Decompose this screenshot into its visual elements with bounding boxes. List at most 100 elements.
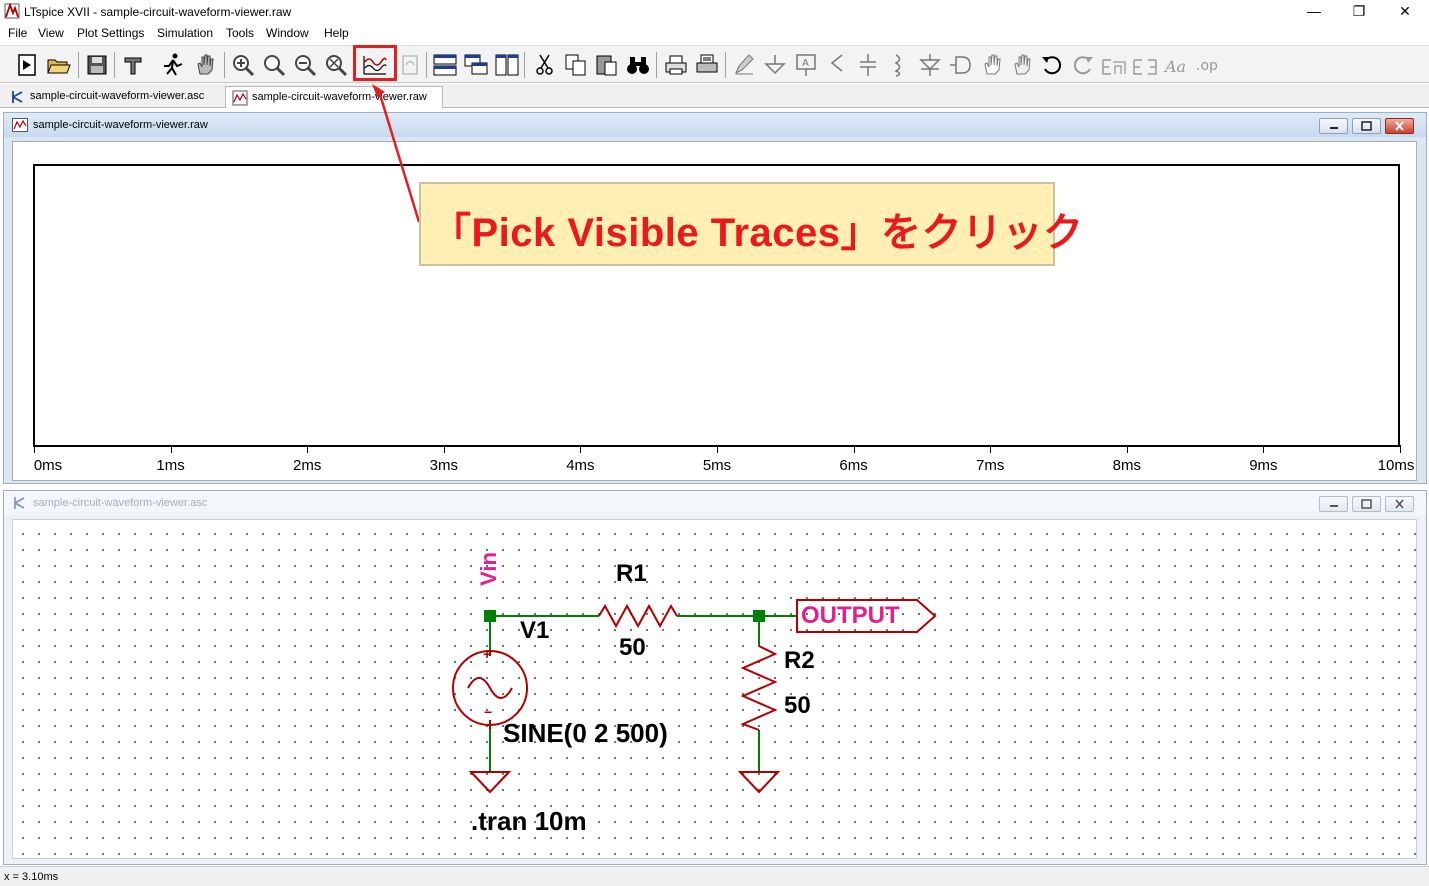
- halt-button[interactable]: [192, 52, 218, 78]
- zoom-fit-icon: [326, 55, 348, 77]
- r1-name: R1: [616, 560, 647, 587]
- waveform-icon: [12, 118, 28, 132]
- split-plot-button[interactable]: [397, 52, 423, 78]
- resistor-r2[interactable]: [740, 645, 778, 731]
- ground-icon: [764, 55, 786, 75]
- spice-directive-button[interactable]: .op: [1194, 52, 1220, 78]
- menu-help[interactable]: Help: [324, 26, 349, 40]
- rotate-icon: [1102, 59, 1126, 75]
- schematic-window-title: sample-circuit-waveform-viewer.asc: [33, 497, 208, 509]
- cascade-button[interactable]: [463, 52, 489, 78]
- ground-v1[interactable]: [468, 771, 512, 794]
- minimize-icon: [1330, 505, 1338, 507]
- mirror-button[interactable]: [1132, 52, 1158, 78]
- open-button[interactable]: [46, 52, 72, 78]
- ltspice-window: LTspice XVII - sample-circuit-waveform-v…: [0, 0, 1429, 886]
- move-button[interactable]: [979, 52, 1005, 78]
- v1-name: V1: [520, 617, 550, 644]
- zoom-fit-button[interactable]: [323, 52, 349, 78]
- minimize-button[interactable]: —: [1291, 0, 1337, 24]
- annotation-text: 「Pick Visible Traces」をクリック: [431, 211, 1084, 255]
- schematic-icon: [12, 91, 23, 103]
- tile-vertical-button[interactable]: [494, 52, 520, 78]
- draw-wire-button[interactable]: [731, 52, 757, 78]
- menu-plot-settings[interactable]: Plot Settings: [77, 26, 144, 40]
- ground-r2[interactable]: [737, 771, 781, 794]
- diode-button[interactable]: [917, 52, 943, 78]
- menu-view[interactable]: View: [38, 26, 64, 40]
- schematic-window: sample-circuit-waveform-viewer.asc Vin R…: [3, 490, 1427, 865]
- text-button[interactable]: Aa: [1163, 52, 1189, 78]
- child-close-button[interactable]: [1385, 496, 1414, 512]
- minimize-icon: [1330, 127, 1338, 129]
- rotate-button[interactable]: [1101, 52, 1127, 78]
- menu-window[interactable]: Window: [266, 26, 309, 40]
- schematic-canvas[interactable]: Vin R1 50 V1 + − SINE(0 2 500) OUTPUT R2…: [12, 519, 1417, 859]
- junction-vin: [484, 610, 496, 622]
- pencil-icon: [735, 54, 754, 75]
- spice-directive-tran[interactable]: .tran 10m: [471, 806, 587, 837]
- net-label-vin[interactable]: Vin: [476, 552, 502, 586]
- maximize-button[interactable]: ❐: [1336, 0, 1382, 24]
- child-restore-button[interactable]: [1352, 496, 1381, 512]
- r2-name: R2: [784, 647, 815, 674]
- zoom-out-button[interactable]: [292, 52, 318, 78]
- new-schematic-icon: [18, 54, 36, 76]
- inductor-button[interactable]: [886, 52, 912, 78]
- hand-icon: [984, 54, 1001, 75]
- net-label-output[interactable]: OUTPUT: [801, 602, 900, 630]
- text-icon: Aa: [1163, 57, 1186, 76]
- component-button[interactable]: [948, 52, 974, 78]
- resistor-r1[interactable]: [598, 603, 678, 629]
- resistor-button[interactable]: [824, 52, 850, 78]
- cursor-position-readout: x = 3.10ms: [4, 871, 59, 883]
- zoom-in-button[interactable]: [230, 52, 256, 78]
- find-button[interactable]: [625, 52, 651, 78]
- tab-bar: sample-circuit-waveform-viewer.asc sampl…: [0, 84, 1429, 108]
- control-panel-button[interactable]: [121, 52, 147, 78]
- r2-value: 50: [784, 692, 811, 719]
- redo-button[interactable]: [1070, 52, 1096, 78]
- toolbar-separator: [524, 52, 525, 78]
- x-axis-label: 9ms: [1249, 457, 1278, 474]
- label-net-button[interactable]: A: [793, 52, 819, 78]
- binoculars-icon: [627, 57, 649, 74]
- tab-waveform[interactable]: sample-circuit-waveform-viewer.raw: [225, 86, 443, 108]
- tile-horizontal-button[interactable]: [432, 52, 458, 78]
- undo-button[interactable]: [1039, 52, 1065, 78]
- menu-simulation[interactable]: Simulation: [157, 26, 213, 40]
- child-restore-button[interactable]: [1352, 118, 1381, 134]
- resistor-icon: [830, 54, 843, 72]
- running-man-icon: [164, 53, 183, 76]
- child-minimize-button[interactable]: [1319, 118, 1348, 134]
- print-setup-button[interactable]: [663, 52, 689, 78]
- junction-output: [753, 610, 765, 622]
- copy-button[interactable]: [563, 52, 589, 78]
- menu-tools[interactable]: Tools: [226, 26, 254, 40]
- new-schematic-button[interactable]: [14, 52, 40, 78]
- x-axis-label: 4ms: [566, 457, 595, 474]
- run-button[interactable]: [160, 52, 186, 78]
- ltspice-logo-icon: [4, 3, 20, 19]
- tab-schematic[interactable]: sample-circuit-waveform-viewer.asc: [4, 86, 222, 108]
- close-button[interactable]: ✕: [1382, 0, 1428, 24]
- copy-icon: [565, 54, 586, 76]
- x-axis-tick: [170, 445, 172, 453]
- ground-button[interactable]: [762, 52, 788, 78]
- x-axis-tick: [580, 445, 582, 453]
- plot-pane-icon: [402, 55, 418, 75]
- minimize-icon: —: [1307, 3, 1321, 19]
- child-close-button[interactable]: [1385, 118, 1414, 134]
- drag-button[interactable]: [1009, 52, 1035, 78]
- print-button[interactable]: [694, 52, 720, 78]
- pick-visible-traces-button[interactable]: [362, 52, 388, 78]
- paste-button[interactable]: [594, 52, 620, 78]
- waveform-window-titlebar: sample-circuit-waveform-viewer.raw: [4, 113, 1426, 137]
- child-minimize-button[interactable]: [1319, 496, 1348, 512]
- save-button[interactable]: [84, 52, 110, 78]
- menu-file[interactable]: File: [8, 26, 27, 40]
- zoom-in-icon: [233, 55, 255, 77]
- capacitor-button[interactable]: [855, 52, 881, 78]
- pan-button[interactable]: [261, 52, 287, 78]
- cut-button[interactable]: [532, 52, 558, 78]
